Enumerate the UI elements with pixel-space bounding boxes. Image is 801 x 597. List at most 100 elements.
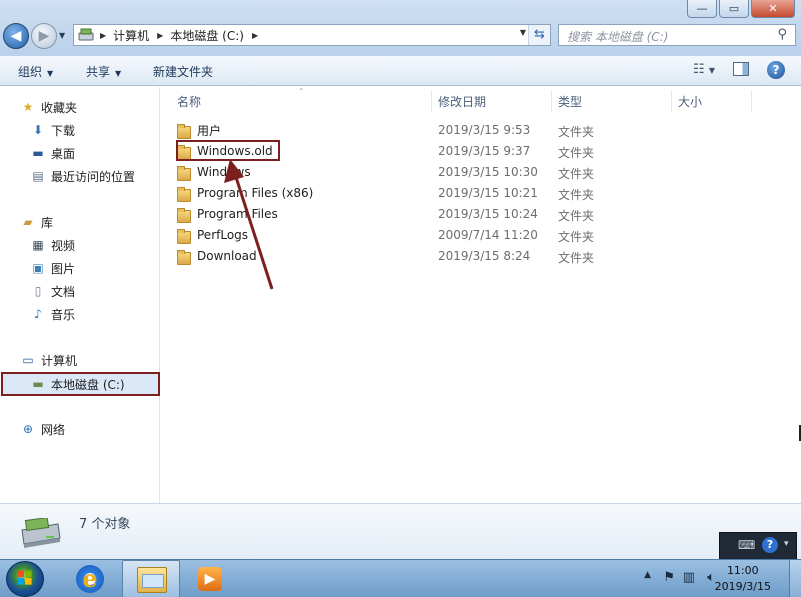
show-hidden-icons-icon[interactable]: ▲ [644,570,651,580]
star-icon: ★ [22,100,34,114]
column-header-type[interactable]: 类型 [558,93,582,110]
sidebar-item-local-disk[interactable]: ▬ 本地磁盘 (C:) [1,372,160,396]
chevron-down-icon: ▼ [115,69,122,78]
breadcrumb-separator-icon[interactable]: ▶ [252,31,258,40]
table-row[interactable]: 用户 [177,120,221,140]
library-icon: ▰ [23,215,33,229]
organize-label: 组织 [18,65,43,79]
breadcrumb-separator-icon[interactable]: ▶ [100,31,106,40]
column-divider[interactable] [751,90,752,112]
column-divider[interactable] [431,90,432,112]
column-divider[interactable] [551,90,552,112]
close-button[interactable]: ✕ [751,0,795,18]
taskbar-windows-explorer[interactable] [122,560,180,597]
minimize-button[interactable]: — [687,0,717,18]
breadcrumb-separator-icon[interactable]: ▶ [157,31,163,40]
sidebar-item-network[interactable]: ⊕ 网络 [20,419,65,439]
column-header-name[interactable]: 名称 [177,93,201,110]
details-pane: 7 个对象 ⌨ ? ▾ [0,503,801,560]
sidebar-label: 库 [41,215,54,230]
chevron-down-icon[interactable]: ▾ [784,539,789,549]
back-button[interactable]: ◀ [3,23,29,49]
help-icon[interactable]: ? [767,61,785,79]
sidebar-item-computer[interactable]: ▭ 计算机 [20,350,77,370]
share-button[interactable]: 共享 ▼ [86,63,121,80]
drive-icon [21,518,61,548]
breadcrumb-computer[interactable]: 计算机 [113,27,149,44]
column-header-modified[interactable]: 修改日期 [438,93,486,110]
sidebar-label: 音乐 [51,307,76,322]
file-type: 文件夹 [558,125,595,139]
sidebar-item-recent[interactable]: ▤ 最近访问的位置 [30,166,135,186]
file-modified: 2019/3/15 8:24 [438,249,531,263]
sidebar-label: 文档 [51,284,76,299]
file-modified: 2009/7/14 11:20 [438,228,538,242]
sidebar-item-pictures[interactable]: ▣ 图片 [30,258,75,278]
file-type: 文件夹 [558,209,595,223]
address-dropdown-icon[interactable]: ▼ [520,28,526,37]
taskbar-internet-explorer[interactable]: e [62,560,120,597]
file-type: 文件夹 [558,167,595,181]
search-icon[interactable]: ⚲ [777,27,787,42]
keyboard-icon[interactable]: ⌨ [738,538,755,552]
window-controls: — ▭ ✕ [687,0,795,18]
view-options-icon[interactable]: ☷ ▼ [693,62,715,77]
network-icon: ⊕ [22,422,34,436]
clock[interactable]: 11:00 2019/3/15 [715,563,771,595]
sidebar-item-libraries[interactable]: ▰ 库 [20,212,53,232]
music-icon: ♪ [34,307,42,321]
file-modified: 2019/3/15 10:24 [438,207,538,221]
column-header-size[interactable]: 大小 [678,93,702,110]
drive-icon: ▬ [32,377,44,391]
sidebar-item-music[interactable]: ♪ 音乐 [30,304,75,324]
file-name: 用户 [197,123,222,138]
download-folder-icon: ⬇ [32,123,44,137]
folder-icon [177,207,191,223]
desktop-icon: ▬ [32,146,44,160]
system-tray: ▲ ⚑ ▥ 🔈︎ 11:00 2019/3/15 [631,560,801,597]
recent-places-icon: ▤ [32,169,44,183]
annotation-arrow-icon [224,159,274,290]
sidebar-item-favorites[interactable]: ★ 收藏夹 [20,97,77,117]
address-bar[interactable]: ▶ 计算机 ▶ 本地磁盘 (C:) ▶ ▼ ⇆ [73,24,551,46]
sidebar-label: 网络 [41,422,66,437]
media-player-icon: ▶ [198,567,222,591]
new-folder-button[interactable]: 新建文件夹 [153,63,213,80]
sidebar-item-downloads[interactable]: ⬇ 下载 [30,120,75,140]
show-desktop-button[interactable] [789,560,801,597]
internet-explorer-icon: e [76,565,104,593]
help-icon[interactable]: ? [762,537,778,553]
sidebar-label: 本地磁盘 (C:) [51,377,125,392]
sidebar-label: 图片 [51,261,76,276]
preview-pane-icon[interactable] [733,62,749,76]
chevron-down-icon: ▼ [47,69,54,78]
folder-icon [177,165,191,181]
start-button[interactable] [6,561,44,597]
folder-icon [177,186,191,202]
column-divider[interactable] [671,90,672,112]
flag-icon[interactable]: ⚑ [663,570,675,585]
file-modified: 2019/3/15 9:37 [438,144,531,158]
file-type: 文件夹 [558,251,595,265]
sidebar-item-documents[interactable]: ▯ 文档 [30,281,75,301]
language-bar[interactable]: ⌨ ? ▾ [719,532,797,560]
sidebar-item-videos[interactable]: ▦ 视频 [30,235,75,255]
sidebar-item-desktop[interactable]: ▬ 桌面 [30,143,75,163]
title-bar: — ▭ ✕ ◀ ▶ ▼ ▶ 计算机 ▶ 本地磁盘 (C:) ▶ ▼ ⇆ 搜索 本… [0,0,801,56]
clock-time: 11:00 [726,564,759,577]
sidebar-label: 最近访问的位置 [51,169,136,184]
recent-pages-dropdown[interactable]: ▼ [59,31,65,40]
forward-button[interactable]: ▶ [31,23,57,49]
taskbar-media-player[interactable]: ▶ [182,560,240,597]
windows-logo-icon [17,570,32,585]
network-status-icon[interactable]: ▥ [683,570,695,585]
organize-button[interactable]: 组织 ▼ [18,63,53,80]
breadcrumb-local-disk[interactable]: 本地磁盘 (C:) [170,27,244,44]
search-input[interactable]: 搜索 本地磁盘 (C:) ⚲ [558,24,796,46]
sidebar-label: 下载 [51,123,76,138]
folder-icon [177,123,191,139]
refresh-icon[interactable]: ⇆ [528,25,550,45]
maximize-button[interactable]: ▭ [719,0,749,18]
sidebar-label: 桌面 [51,146,76,161]
sort-indicator-icon: ⌃ [298,87,305,96]
